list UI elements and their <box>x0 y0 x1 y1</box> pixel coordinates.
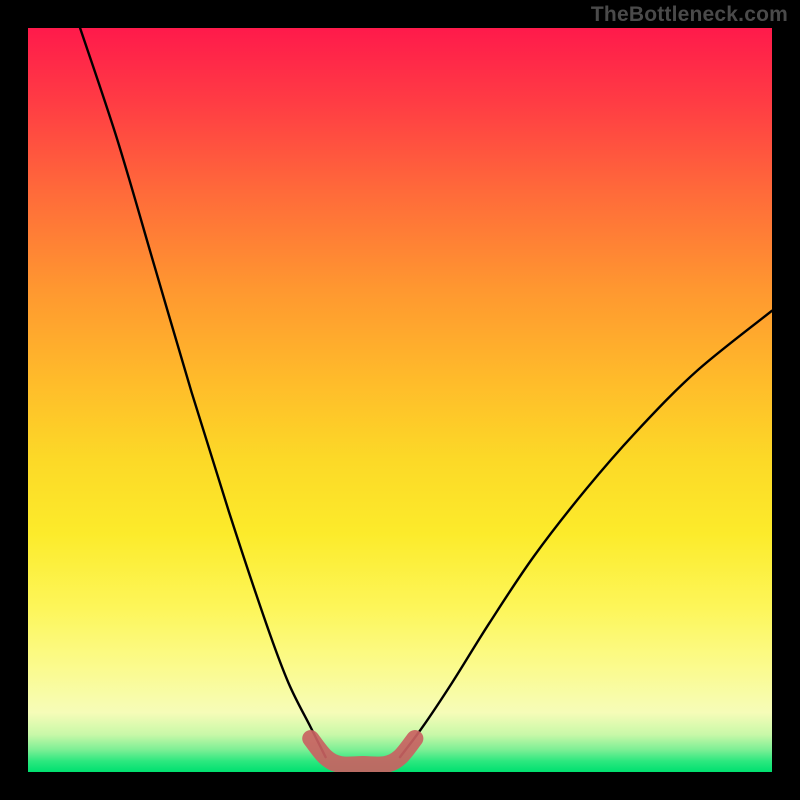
bottom-highlight <box>311 739 415 766</box>
left-curve <box>80 28 326 757</box>
right-curve <box>400 311 772 757</box>
curves-layer <box>28 28 772 772</box>
chart-frame: TheBottleneck.com <box>0 0 800 800</box>
watermark-text: TheBottleneck.com <box>591 3 788 27</box>
plot-area <box>28 28 772 772</box>
